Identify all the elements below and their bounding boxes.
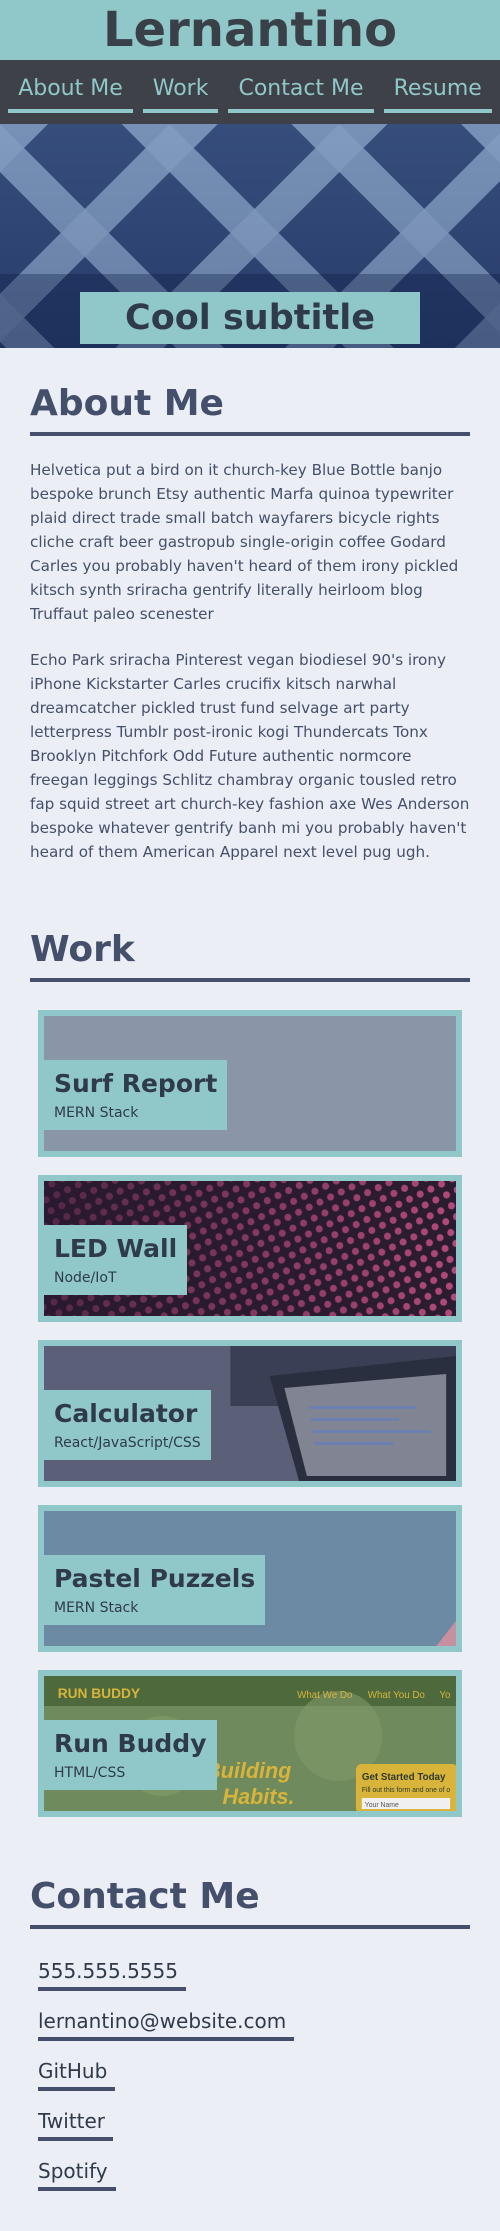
preview-headline: Habits. (223, 1784, 295, 1809)
project-list: Surf Report MERN Stack LED Wall Node/IoT… (30, 982, 470, 1817)
project-card-pastel-puzzels[interactable]: Pastel Puzzels MERN Stack (38, 1505, 462, 1652)
project-label: Surf Report MERN Stack (44, 1060, 228, 1130)
project-stack: React/JavaScript/CSS (54, 1435, 201, 1451)
contact-heading: Contact Me (30, 1875, 470, 1929)
contact-item: Twitter (38, 2109, 462, 2141)
project-card-led-wall[interactable]: LED Wall Node/IoT (38, 1175, 462, 1322)
project-stack: HTML/CSS (54, 1765, 126, 1781)
nav-link-work[interactable]: Work (142, 75, 219, 113)
preview-nav-item: What We Do (297, 1690, 353, 1701)
project-label: LED Wall Node/IoT (44, 1225, 188, 1295)
hero-banner: Cool subtitle here! (0, 124, 500, 348)
work-section: Work Surf Report MERN Stack LED Wall Nod… (0, 864, 500, 1817)
about-paragraph: Echo Park sriracha Pinterest vegan biodi… (30, 651, 470, 861)
project-name: Pastel Puzzels (54, 1564, 256, 1593)
contact-item: lernantino@website.com (38, 2009, 462, 2041)
contact-item: Spotify (38, 2159, 462, 2191)
nav-link-about[interactable]: About Me (8, 75, 133, 113)
preview-cta-title: Get Started Today (362, 1772, 446, 1783)
work-heading: Work (30, 928, 470, 982)
contact-phone-link[interactable]: 555.555.5555 (38, 1959, 186, 1991)
about-section: About Me Helvetica put a bird on it chur… (0, 348, 500, 864)
preview-nav-item: What You Do (368, 1690, 426, 1701)
contact-section: Contact Me 555.555.5555 lernantino@websi… (0, 1835, 500, 2231)
project-label: Pastel Puzzels MERN Stack (44, 1555, 266, 1625)
contact-twitter-link[interactable]: Twitter (38, 2109, 114, 2141)
contact-email-link[interactable]: lernantino@website.com (38, 2009, 295, 2041)
about-heading: About Me (30, 382, 470, 436)
main-nav: About Me Work Contact Me Resume (0, 60, 500, 124)
contact-item: GitHub (38, 2059, 462, 2091)
preview-cta-text: Fill out this form and one of o (362, 1787, 451, 1794)
project-stack: Node/IoT (54, 1270, 117, 1286)
project-card-calculator[interactable]: Calculator React/JavaScript/CSS (38, 1340, 462, 1487)
project-stack: MERN Stack (54, 1600, 139, 1616)
project-card-run-buddy[interactable]: RUN BUDDY What We Do What You Do Yo art … (38, 1670, 462, 1817)
project-label: Run Buddy HTML/CSS (44, 1720, 217, 1790)
project-stack: MERN Stack (54, 1105, 139, 1121)
nav-link-resume[interactable]: Resume (383, 75, 492, 113)
project-label: Calculator React/JavaScript/CSS (44, 1390, 211, 1460)
contact-item: 555.555.5555 (38, 1959, 462, 1991)
preview-nav-item: Yo (439, 1690, 451, 1701)
project-name: Calculator (54, 1399, 198, 1428)
about-paragraph: Helvetica put a bird on it church-key Bl… (30, 461, 459, 623)
site-header: Lernantino About Me Work Contact Me Resu… (0, 0, 500, 124)
contact-list: 555.555.5555 lernantino@website.com GitH… (30, 1929, 470, 2191)
contact-spotify-link[interactable]: Spotify (38, 2159, 116, 2191)
project-card-surf-report[interactable]: Surf Report MERN Stack (38, 1010, 462, 1157)
nav-link-contact[interactable]: Contact Me (228, 75, 374, 113)
project-name: LED Wall (54, 1234, 178, 1263)
contact-github-link[interactable]: GitHub (38, 2059, 116, 2091)
project-name: Surf Report (54, 1069, 218, 1098)
site-title: Lernantino (0, 0, 500, 60)
hero-subtitle: Cool subtitle here! (80, 292, 420, 344)
preview-cta-field: Your Name (365, 1802, 399, 1809)
preview-brand: RUN BUDDY (58, 1685, 141, 1701)
project-name: Run Buddy (54, 1729, 207, 1758)
